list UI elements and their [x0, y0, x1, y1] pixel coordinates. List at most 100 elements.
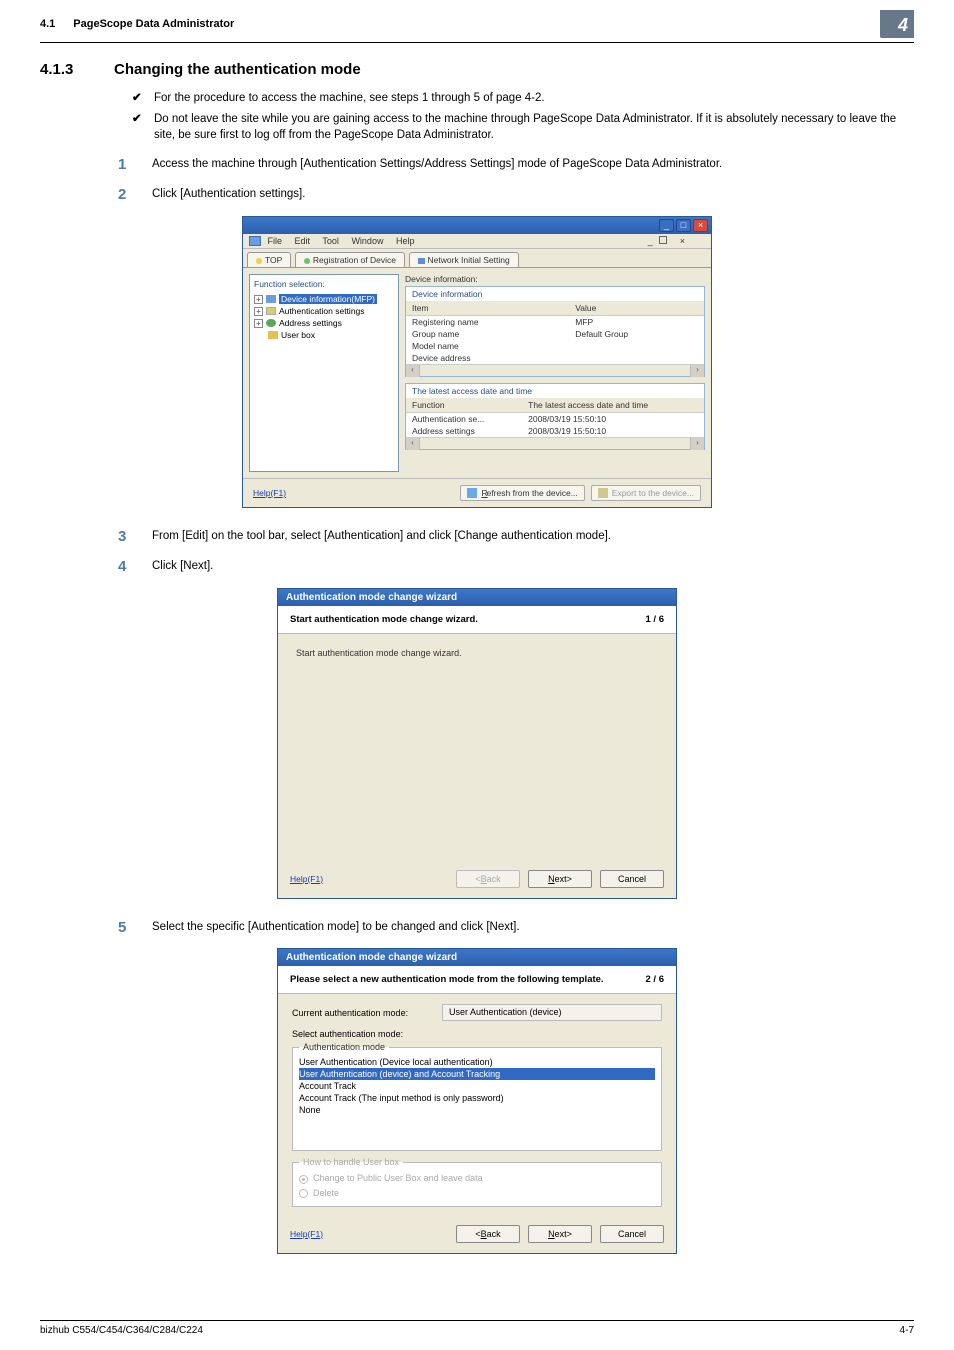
select-auth-label: Select authentication mode: — [292, 1029, 662, 1039]
export-label: Export to the device... — [612, 488, 694, 498]
userbox-fieldset: How to handle User box Change to Public … — [292, 1157, 662, 1206]
address-icon — [266, 319, 276, 327]
row-auth: Authentication se... — [406, 413, 522, 426]
step-number-4: 4 — [118, 556, 152, 578]
expand-icon[interactable]: + — [254, 319, 263, 328]
title-bar: _ □ × — [243, 217, 711, 234]
col-item: Item — [406, 301, 569, 316]
heading-title: Changing the authentication mode — [114, 61, 361, 78]
scroll-bar[interactable]: ‹› — [406, 437, 704, 449]
device-info-title: Device information — [406, 287, 704, 299]
row-addr-val: 2008/03/19 15:50:10 — [522, 425, 704, 437]
col-latest: The latest access date and time — [522, 398, 704, 413]
back-button[interactable]: <Back — [456, 1225, 520, 1243]
device-icon — [266, 295, 276, 303]
close-icon[interactable]: × — [693, 219, 708, 232]
wizard-title: Authentication mode change wizard — [278, 589, 676, 606]
cancel-button[interactable]: Cancel — [600, 870, 664, 888]
row-group-name: Group name — [406, 328, 569, 340]
step-text-3: From [Edit] on the tool bar, select [Aut… — [152, 526, 914, 548]
maximize-icon[interactable]: □ — [676, 219, 691, 232]
latest-access-group: The latest access date and time Function… — [405, 383, 705, 450]
auth-opt-3[interactable]: Account Track — [299, 1080, 655, 1092]
wizard-body-text: Start authentication mode change wizard. — [296, 648, 462, 658]
auth-opt-1[interactable]: User Authentication (Device local authen… — [299, 1056, 655, 1068]
heading-number: 4.1.3 — [40, 61, 114, 78]
mdi-controls[interactable]: _ × — [648, 236, 695, 246]
userbox-icon — [268, 331, 278, 339]
col-value: Value — [569, 301, 704, 316]
menu-edit[interactable]: Edit — [295, 236, 311, 246]
tree-device-info[interactable]: + Device information(MFP) — [254, 293, 394, 305]
wizard-window-2: Authentication mode change wizard Please… — [277, 948, 677, 1253]
wizard-window: Authentication mode change wizard Start … — [277, 588, 677, 899]
scroll-bar[interactable]: ‹› — [406, 364, 704, 376]
help-link[interactable]: Help(F1) — [290, 1229, 323, 1239]
expand-icon[interactable]: + — [254, 295, 263, 304]
step-number-5: 5 — [118, 917, 152, 939]
export-icon — [598, 488, 608, 498]
menu-file[interactable]: File — [268, 236, 283, 246]
tab-bar: TOP Registration of Device Network Initi… — [243, 249, 711, 268]
row-device-address: Device address — [406, 352, 569, 364]
row-registering-name: Registering name — [406, 316, 569, 329]
step-number-3: 3 — [118, 526, 152, 548]
footer-page: 4-7 — [900, 1325, 914, 1336]
menu-bar: File Edit Tool Window Help _ × — [243, 234, 711, 250]
wizard-title: Authentication mode change wizard — [278, 949, 676, 966]
refresh-label: efresh from the device... — [487, 488, 578, 498]
row-group-name-val: Default Group — [569, 328, 704, 340]
tab-top[interactable]: TOP — [247, 252, 291, 267]
refresh-icon — [467, 488, 477, 498]
step-text-2: Click [Authentication settings]. — [152, 184, 914, 206]
row-auth-val: 2008/03/19 15:50:10 — [522, 413, 704, 426]
device-info-group: Device information Item Value Registerin… — [405, 286, 705, 377]
export-button[interactable]: Export to the device... — [591, 485, 701, 501]
check-icon: ✔ — [132, 111, 154, 144]
next-button[interactable]: Next> — [528, 1225, 592, 1243]
help-link[interactable]: Help(F1) — [253, 488, 286, 498]
next-button[interactable]: Next> — [528, 870, 592, 888]
radio-icon — [299, 1189, 308, 1198]
auth-mode-fieldset: Authentication mode User Authentication … — [292, 1042, 662, 1151]
section-title: PageScope Data Administrator — [73, 18, 880, 30]
app-window: _ □ × File Edit Tool Window Help _ × TOP… — [242, 216, 712, 509]
cancel-button[interactable]: Cancel — [600, 1225, 664, 1243]
wizard-head: Please select a new authentication mode … — [290, 974, 646, 985]
auth-icon — [266, 307, 276, 315]
chapter-number: 4 — [880, 10, 914, 38]
auth-opt-4[interactable]: Account Track (The input method is only … — [299, 1092, 655, 1104]
tree-address-settings[interactable]: + Address settings — [254, 317, 394, 329]
check-text-2: Do not leave the site while you are gain… — [154, 111, 914, 144]
tab-network[interactable]: Network Initial Setting — [409, 252, 519, 267]
menu-help[interactable]: Help — [396, 236, 415, 246]
help-link[interactable]: Help(F1) — [290, 874, 323, 884]
auth-opt-5[interactable]: None — [299, 1104, 655, 1116]
row-registering-name-val: MFP — [569, 316, 704, 329]
step-number-2: 2 — [118, 184, 152, 206]
tree-auth-settings[interactable]: + Authentication settings — [254, 305, 394, 317]
expand-icon[interactable]: + — [254, 307, 263, 316]
current-auth-value: User Authentication (device) — [442, 1004, 662, 1021]
tab-net-icon — [418, 258, 425, 264]
auth-opt-2[interactable]: User Authentication (device) and Account… — [299, 1068, 655, 1080]
minimize-icon[interactable]: _ — [659, 219, 674, 232]
row-addr: Address settings — [406, 425, 522, 437]
wizard-page: 1 / 6 — [646, 614, 665, 625]
current-auth-label: Current authentication mode: — [292, 1008, 442, 1018]
wizard-page: 2 / 6 — [646, 974, 665, 985]
auth-mode-legend: Authentication mode — [299, 1042, 389, 1052]
tab-registration[interactable]: Registration of Device — [295, 252, 405, 267]
tree-user-box[interactable]: User box — [254, 329, 394, 341]
footer-model: bizhub C554/C454/C364/C284/C224 — [40, 1325, 900, 1336]
menu-window[interactable]: Window — [351, 236, 383, 246]
latest-access-title: The latest access date and time — [406, 384, 704, 396]
step-text-4: Click [Next]. — [152, 556, 914, 578]
tab-top-icon — [256, 258, 262, 264]
back-button: <Back — [456, 870, 520, 888]
menu-tool[interactable]: Tool — [322, 236, 339, 246]
userbox-opt-2: Delete — [313, 1188, 339, 1198]
userbox-opt-1: Change to Public User Box and leave data — [313, 1173, 483, 1183]
refresh-button[interactable]: Refresh from the device... — [460, 485, 584, 501]
tab-reg-icon — [304, 258, 310, 264]
